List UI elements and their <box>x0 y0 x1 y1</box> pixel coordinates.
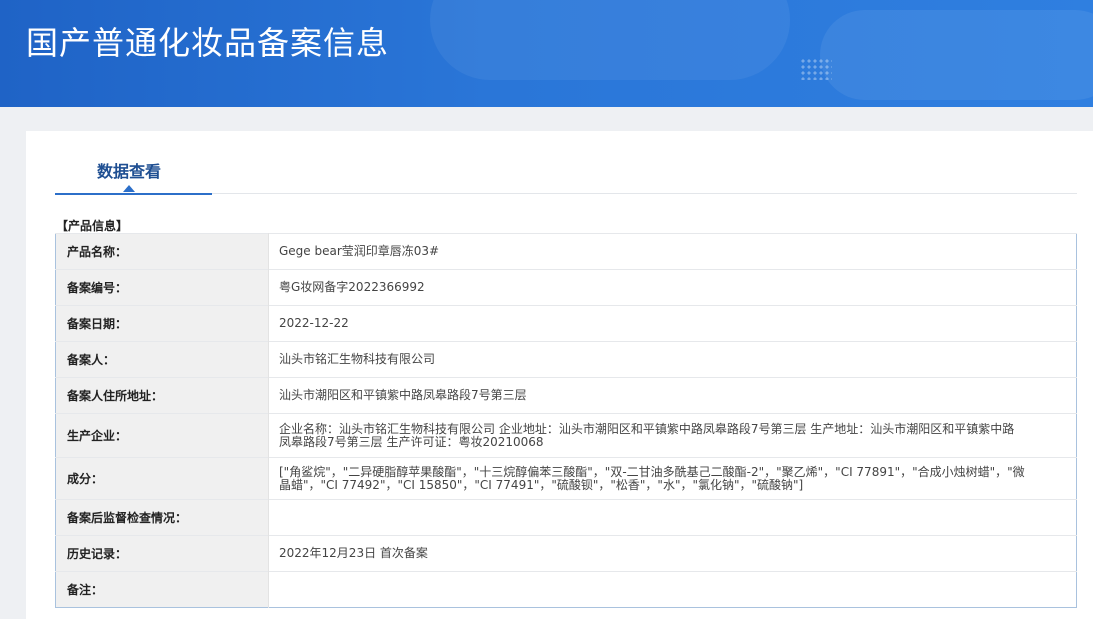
row-label: 成分： <box>55 457 269 500</box>
row-value: ["角鲨烷"，"二异硬脂醇苹果酸酯"，"十三烷醇偏苯三酸酯"，"双-二甘油多酰基… <box>268 457 1077 500</box>
row-label: 备案日期： <box>55 305 269 342</box>
row-value: 企业名称：汕头市铭汇生物科技有限公司 企业地址：汕头市潮阳区和平镇紫中路凤皋路段… <box>268 413 1077 458</box>
table-row: 历史记录： 2022年12月23日 首次备案 <box>55 535 1077 572</box>
row-value: 汕头市铭汇生物科技有限公司 <box>268 341 1077 378</box>
row-value: 2022年12月23日 首次备案 <box>268 535 1077 572</box>
content-card: 数据查看 【产品信息】 产品名称： Gege bear莹润印章唇冻03# 备案编… <box>26 131 1093 619</box>
table-row: 生产企业： 企业名称：汕头市铭汇生物科技有限公司 企业地址：汕头市潮阳区和平镇紫… <box>55 413 1077 458</box>
row-value <box>268 499 1077 536</box>
row-label: 备案人： <box>55 341 269 378</box>
table-row: 产品名称： Gege bear莹润印章唇冻03# <box>55 233 1077 270</box>
table-row: 备案人： 汕头市铭汇生物科技有限公司 <box>55 341 1077 378</box>
row-value: 2022-12-22 <box>268 305 1077 342</box>
row-label: 历史记录： <box>55 535 269 572</box>
table-row: 备案编号： 粤G妆网备字2022366992 <box>55 269 1077 306</box>
table-row: 备案后监督检查情况： <box>55 499 1077 536</box>
tab-active-caret-icon <box>123 185 135 192</box>
row-label: 备案后监督检查情况： <box>55 499 269 536</box>
tab-bar: 数据查看 <box>55 131 1077 195</box>
row-label: 备注： <box>55 571 269 608</box>
row-value: Gege bear莹润印章唇冻03# <box>268 233 1077 270</box>
page-banner: 国产普通化妆品备案信息 <box>0 0 1093 107</box>
product-info-table: 产品名称： Gege bear莹润印章唇冻03# 备案编号： 粤G妆网备字202… <box>55 233 1077 608</box>
row-label: 备案人住所地址： <box>55 377 269 414</box>
row-value: 汕头市潮阳区和平镇紫中路凤皋路段7号第三层 <box>268 377 1077 414</box>
row-label: 备案编号： <box>55 269 269 306</box>
banner-dots-decoration <box>800 58 832 80</box>
table-row: 备案人住所地址： 汕头市潮阳区和平镇紫中路凤皋路段7号第三层 <box>55 377 1077 414</box>
table-row: 备注： <box>55 571 1077 608</box>
banner-decoration <box>820 10 1093 100</box>
row-value <box>268 571 1077 608</box>
table-row: 成分： ["角鲨烷"，"二异硬脂醇苹果酸酯"，"十三烷醇偏苯三酸酯"，"双-二甘… <box>55 457 1077 500</box>
section-heading: 【产品信息】 <box>56 219 129 233</box>
row-label: 生产企业： <box>55 413 269 458</box>
table-row: 备案日期： 2022-12-22 <box>55 305 1077 342</box>
page-title: 国产普通化妆品备案信息 <box>26 24 390 62</box>
row-label: 产品名称： <box>55 233 269 270</box>
row-value: 粤G妆网备字2022366992 <box>268 269 1077 306</box>
tab-data-view[interactable]: 数据查看 <box>55 131 212 195</box>
tab-label: 数据查看 <box>97 162 162 181</box>
banner-decoration <box>430 0 790 80</box>
